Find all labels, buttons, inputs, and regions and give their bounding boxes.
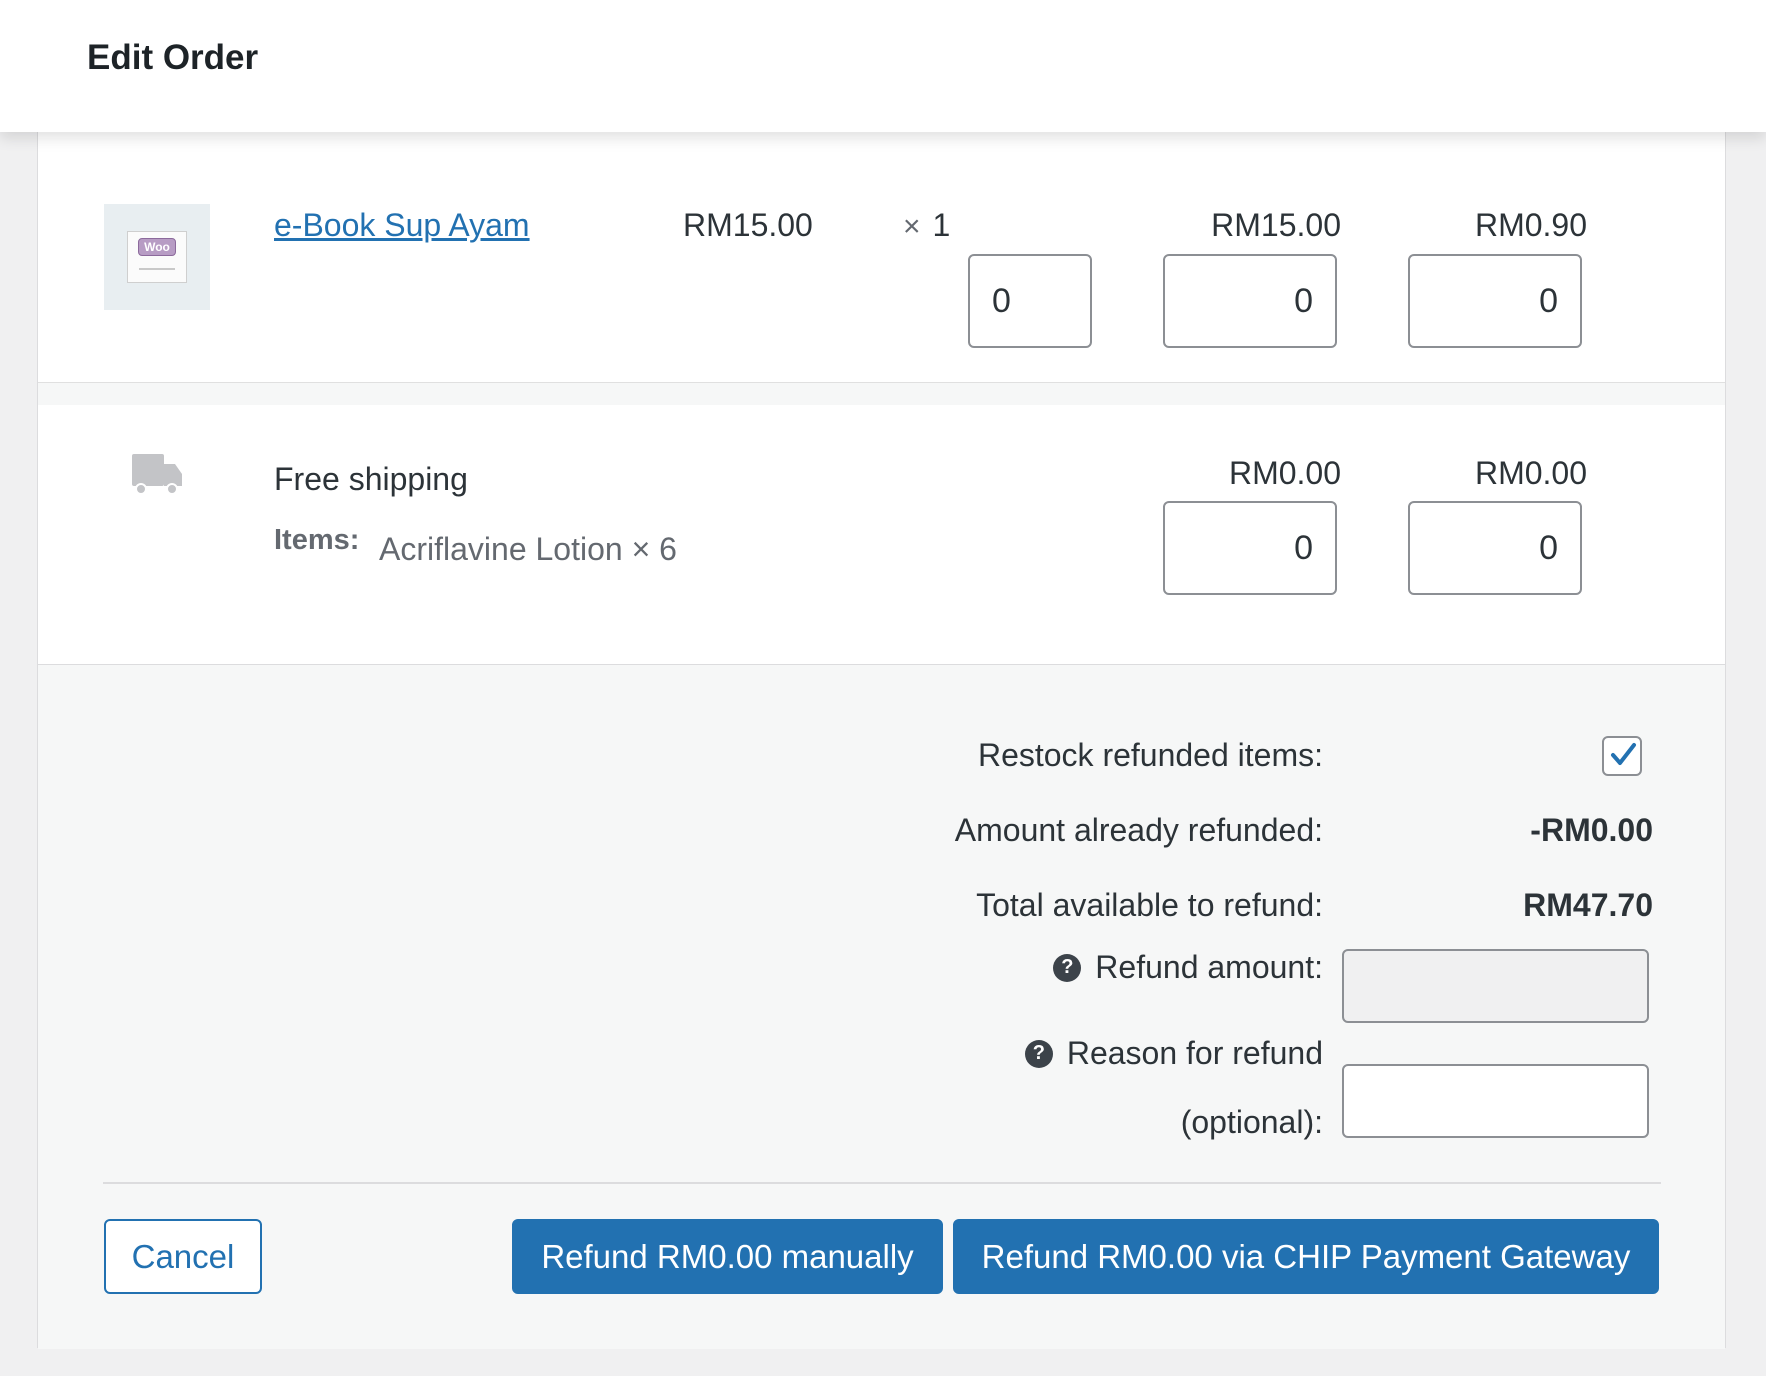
- shipping-method-name: Free shipping: [274, 461, 468, 497]
- refund-reason-input[interactable]: [1342, 1064, 1649, 1138]
- refund-reason-label-row: ? Reason for refund: [1024, 1035, 1323, 1072]
- refund-qty-input[interactable]: [968, 254, 1092, 348]
- help-icon[interactable]: ?: [1053, 953, 1082, 982]
- item-line-total: RM15.00: [1211, 207, 1341, 243]
- refund-amount-input[interactable]: [1342, 949, 1649, 1023]
- refund-line-tax-input[interactable]: [1408, 254, 1582, 348]
- shipping-items-value: Acriflavine Lotion × 6: [379, 531, 677, 567]
- restock-checkbox[interactable]: [1602, 736, 1642, 776]
- help-icon[interactable]: ?: [1024, 1039, 1053, 1068]
- item-quantity: × 1: [903, 207, 950, 244]
- checkmark-icon: [1611, 743, 1636, 765]
- truck-icon: [132, 454, 182, 495]
- thumbnail-divider: [139, 268, 175, 270]
- product-link[interactable]: e-Book Sup Ayam: [274, 207, 530, 244]
- refund-panel: Woo e-Book Sup Ayam RM15.00 × 1 RM15.00 R…: [37, 120, 1726, 1349]
- refund-shipping-tax-input[interactable]: [1408, 501, 1582, 595]
- top-bar: Edit Order: [0, 0, 1766, 132]
- refund-manually-button[interactable]: Refund RM0.00 manually: [512, 1219, 943, 1294]
- already-refunded-label: Amount already refunded:: [954, 812, 1323, 848]
- refund-amount-label: Refund amount:: [1095, 949, 1323, 985]
- refund-reason-label-optional: (optional):: [1180, 1104, 1323, 1140]
- shipping-items-key: Items:: [274, 524, 360, 556]
- refund-amount-label-row: ? Refund amount:: [1053, 949, 1323, 986]
- times-icon: ×: [903, 210, 921, 243]
- cancel-button[interactable]: Cancel: [104, 1219, 262, 1294]
- already-refunded-value: -RM0.00: [1530, 812, 1653, 848]
- row-separator: [38, 383, 1725, 405]
- shipping-total: RM0.00: [1228, 455, 1341, 491]
- line-item-row: Woo e-Book Sup Ayam RM15.00 × 1 RM15.00 R…: [38, 121, 1725, 383]
- refund-reason-label: Reason for refund: [1066, 1035, 1323, 1071]
- available-to-refund-label: Total available to refund:: [976, 887, 1323, 923]
- woo-logo: Woo: [138, 238, 176, 256]
- refund-shipping-total-input[interactable]: [1163, 501, 1337, 595]
- item-tax: RM0.90: [1474, 207, 1587, 243]
- thumbnail-image: Woo: [127, 231, 187, 283]
- refund-gateway-button[interactable]: Refund RM0.00 via CHIP Payment Gateway: [953, 1219, 1659, 1294]
- item-qty-value: 1: [932, 207, 951, 243]
- product-thumbnail[interactable]: Woo: [104, 204, 210, 310]
- page-title: Edit Order: [87, 38, 259, 77]
- shipping-tax: RM0.00: [1474, 455, 1587, 491]
- item-unit-cost: RM15.00: [683, 207, 813, 243]
- available-to-refund-value: RM47.70: [1523, 887, 1653, 923]
- refund-line-total-input[interactable]: [1163, 254, 1337, 348]
- restock-label: Restock refunded items:: [977, 737, 1323, 773]
- actions-divider: [103, 1182, 1661, 1184]
